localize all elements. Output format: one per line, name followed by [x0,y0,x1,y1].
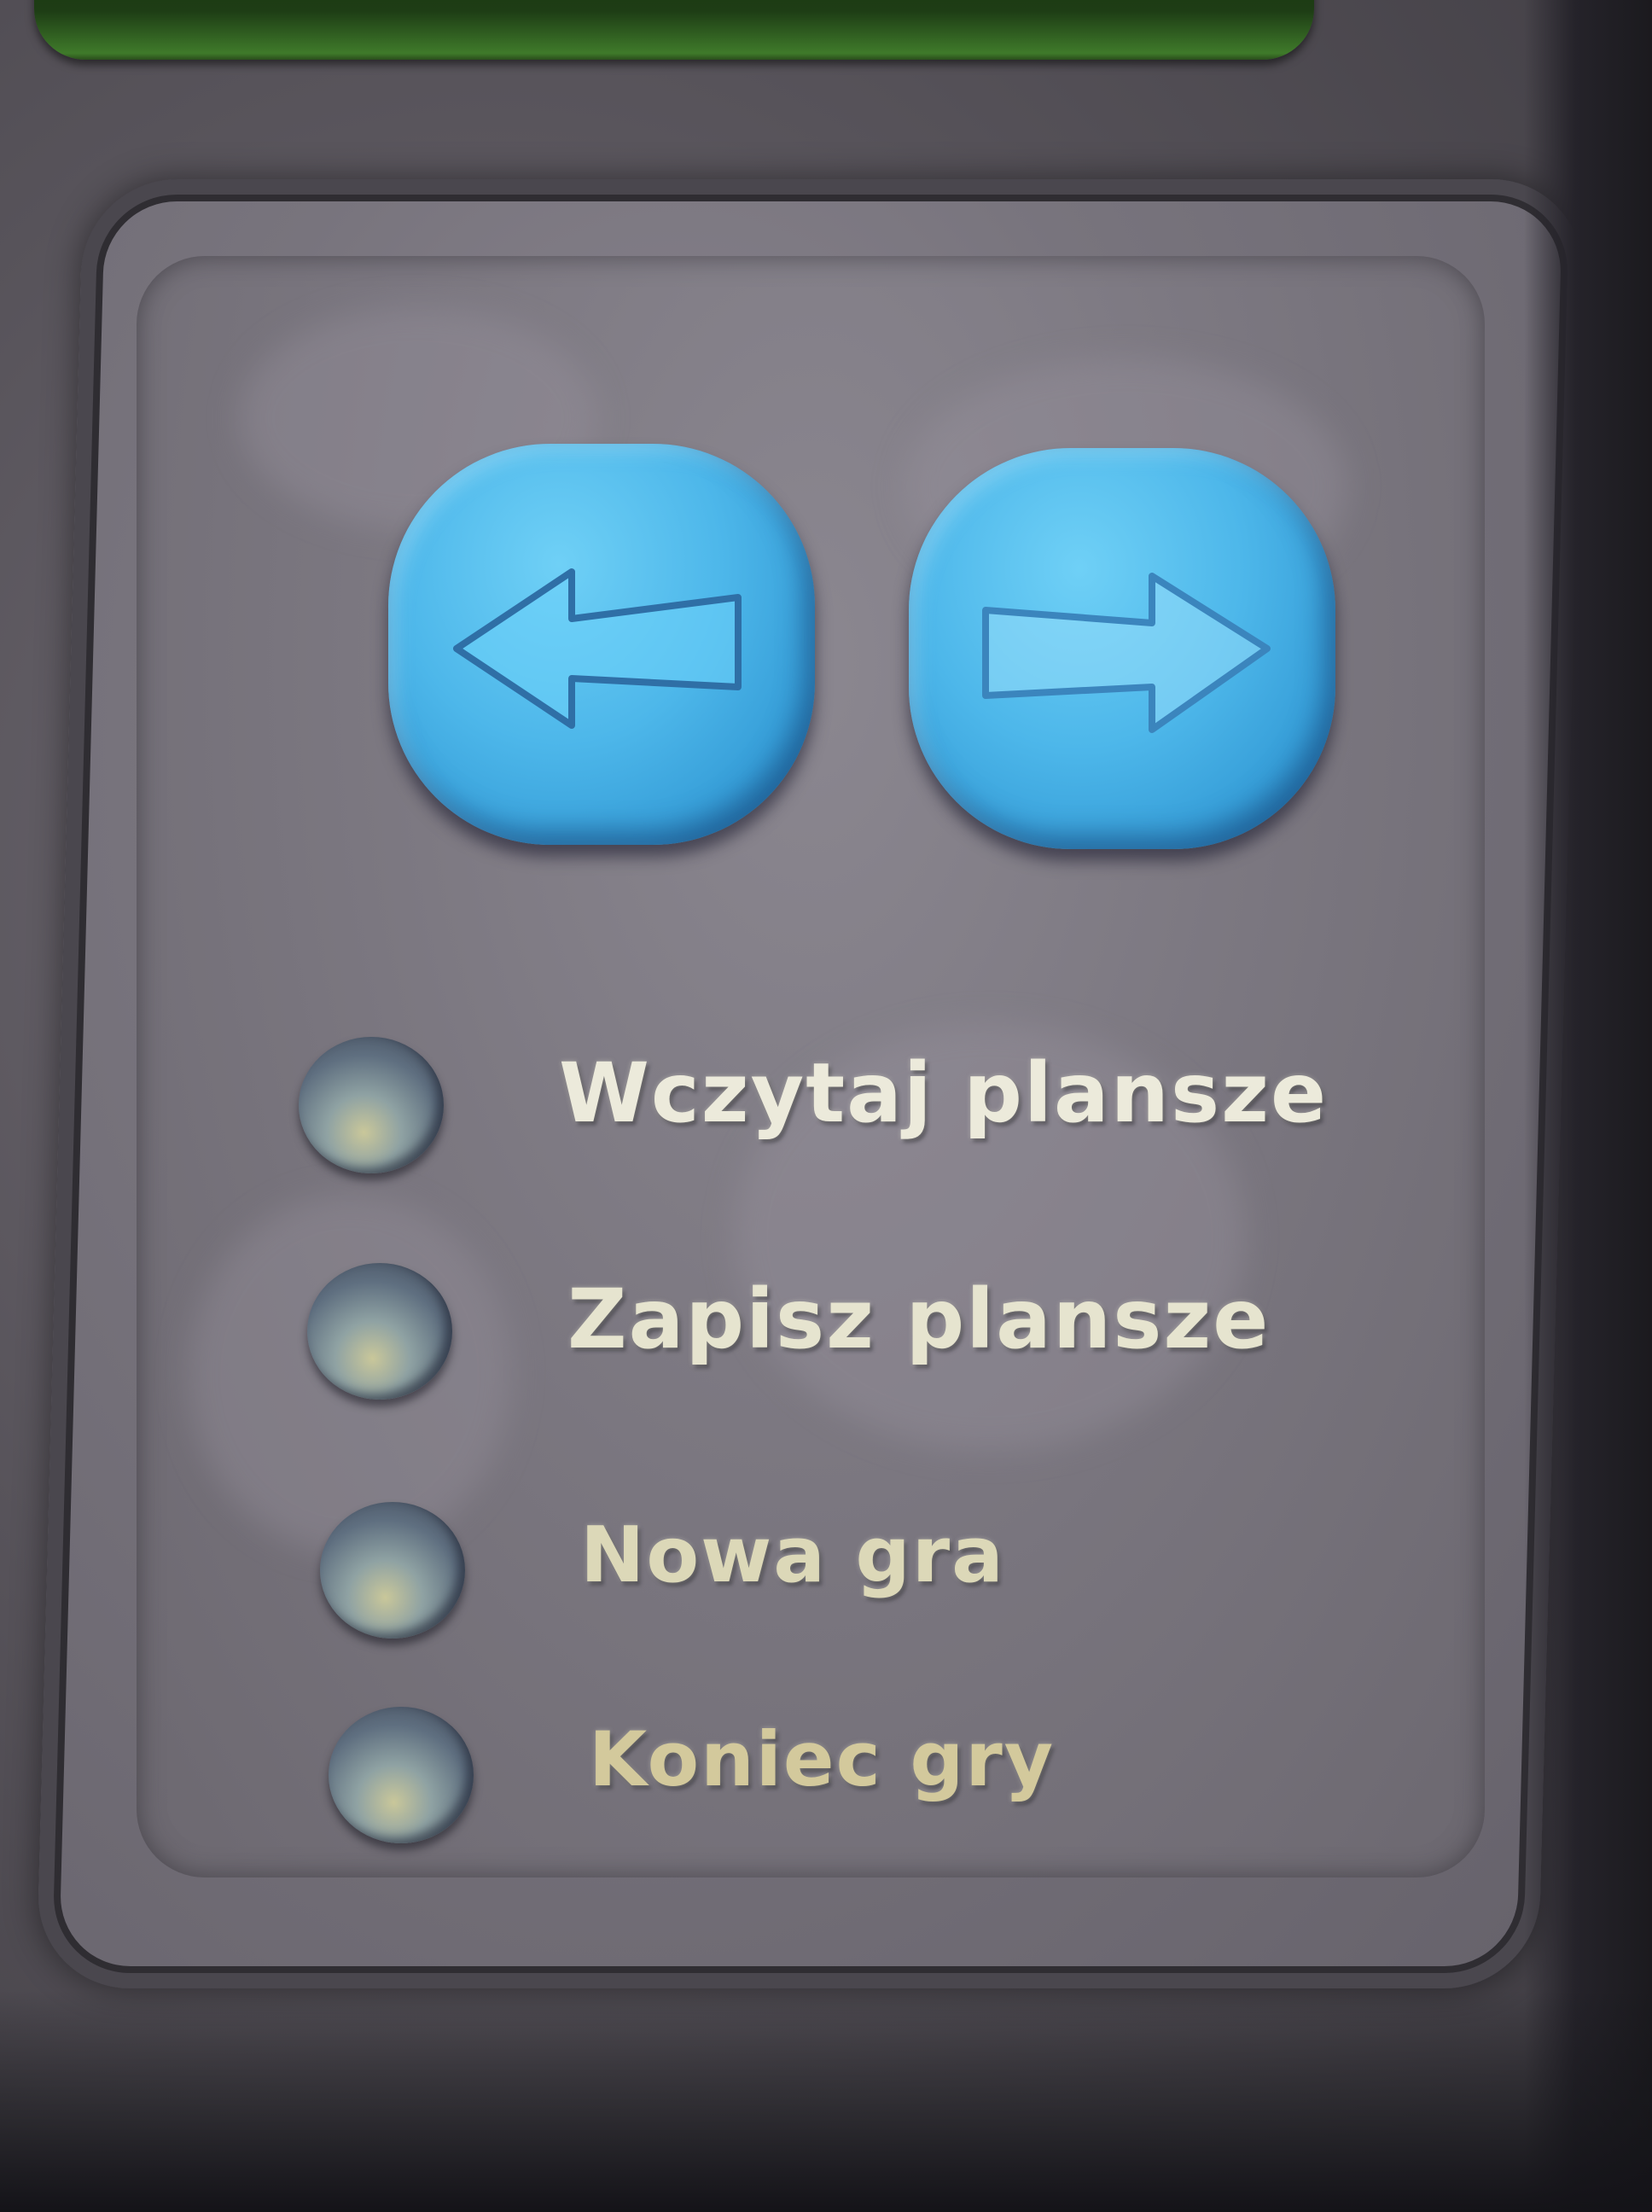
bullet-icon [307,1263,452,1400]
menu-item-label: Koniec gry [589,1715,1056,1803]
game-screen: Wczytaj plansze Zapisz plansze Nowa gra … [0,0,1652,2212]
bullet-icon [299,1037,444,1173]
next-button[interactable] [909,448,1335,849]
bullet-icon [329,1707,474,1843]
arrow-left-icon [453,568,742,729]
screen-bezel-bottom [0,1990,1652,2212]
menu-item-label: Zapisz plansze [567,1272,1271,1367]
bullet-icon [320,1502,465,1639]
menu-item-label: Nowa gra [580,1511,1005,1600]
previous-button[interactable] [388,444,815,845]
menu-item-label: Wczytaj plansze [559,1045,1329,1141]
screen-bezel-right [1524,0,1652,2212]
arrow-right-icon [982,573,1271,733]
top-bar [34,0,1314,60]
